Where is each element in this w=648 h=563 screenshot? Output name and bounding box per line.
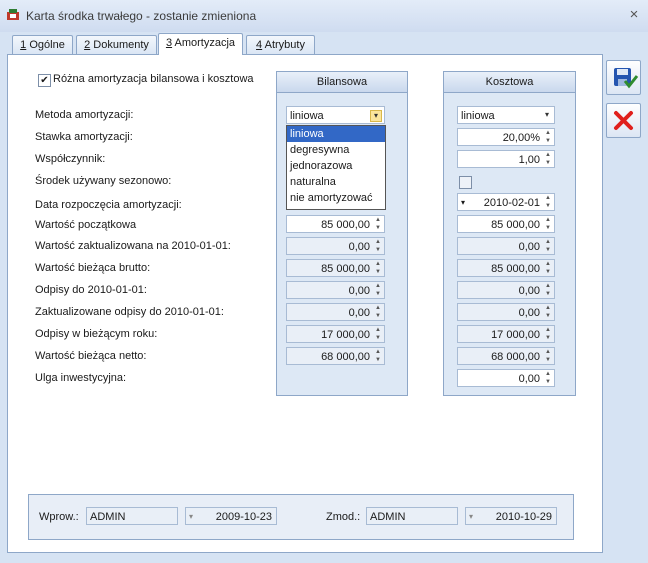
zmod-label: Zmod.: bbox=[326, 511, 361, 523]
chevron-down-icon[interactable]: ▾ bbox=[461, 194, 465, 212]
roznica-checkbox[interactable]: ✔ bbox=[38, 74, 51, 87]
kosztowa-wartosc-zakt-input[interactable]: 0,00 ▲ ▼ bbox=[457, 237, 555, 255]
spin-arrows-icon[interactable]: ▲ ▼ bbox=[544, 151, 552, 167]
spin-arrows-icon[interactable]: ▲ ▼ bbox=[544, 216, 552, 232]
window-title: Karta środka trwałego - zostanie zmienio… bbox=[26, 9, 257, 23]
odpisy-do-label: Odpisy do 2010-01-01: bbox=[35, 284, 147, 296]
bilansowa-wartosc-zakt-input[interactable]: 0,00 ▲ ▼ bbox=[286, 237, 385, 255]
app-icon bbox=[6, 8, 20, 22]
bilansowa-zakt-odpisy-input[interactable]: 0,00 ▲ ▼ bbox=[286, 303, 385, 321]
metoda-dropdown-list: liniowa degresywna jednorazowa naturalna… bbox=[286, 125, 386, 210]
spin-arrows-icon[interactable]: ▲ ▼ bbox=[544, 282, 552, 298]
cancel-button[interactable] bbox=[606, 103, 641, 138]
kosztowa-zakt-odpisy-input[interactable]: 0,00 ▲ ▼ bbox=[457, 303, 555, 321]
spin-arrows-icon[interactable]: ▲ ▼ bbox=[374, 238, 382, 254]
kosztowa-stawka-input[interactable]: 20,00% ▲ ▼ bbox=[457, 128, 555, 146]
spin-arrows-icon[interactable]: ▲ ▼ bbox=[374, 260, 382, 276]
kosztowa-ulga-input[interactable]: 0,00 ▲ ▼ bbox=[457, 369, 555, 387]
spin-arrows-icon[interactable]: ▲ ▼ bbox=[544, 238, 552, 254]
bilansowa-wartosc-netto-input[interactable]: 68 000,00 ▲ ▼ bbox=[286, 347, 385, 365]
tab-ogolne[interactable]: 1 Ogólne bbox=[12, 35, 73, 55]
data-rozp-label: Data rozpoczęcia amortyzacji: bbox=[35, 199, 182, 211]
kosztowa-odpisy-rok-input[interactable]: 17 000,00 ▲ ▼ bbox=[457, 325, 555, 343]
spin-arrows-icon[interactable]: ▲ ▼ bbox=[544, 304, 552, 320]
dropdown-option[interactable]: naturalna bbox=[287, 174, 385, 190]
kosztowa-data-rozp-input[interactable]: ▾ 2010-02-01 ▲ ▼ bbox=[457, 193, 555, 211]
wprow-label: Wprow.: bbox=[39, 511, 79, 523]
chevron-down-icon[interactable]: ▾ bbox=[370, 110, 382, 122]
cancel-icon bbox=[614, 111, 633, 130]
zmod-user-field: ADMIN bbox=[366, 507, 458, 525]
chevron-down-icon[interactable]: ▾ bbox=[542, 110, 552, 120]
stawka-label: Stawka amortyzacji: bbox=[35, 131, 133, 143]
kosztowa-wartosc-brutto-input[interactable]: 85 000,00 ▲ ▼ bbox=[457, 259, 555, 277]
ulga-label: Ulga inwestycyjna: bbox=[35, 372, 127, 384]
wartosc-pocz-label: Wartość początkowa bbox=[35, 219, 137, 231]
wspolczynnik-label: Współczynnik: bbox=[35, 153, 106, 165]
bilansowa-wartosc-pocz-input[interactable]: 85 000,00 ▲ ▼ bbox=[286, 215, 385, 233]
close-button[interactable]: × bbox=[626, 6, 642, 23]
kosztowa-header: Kosztowa bbox=[444, 72, 575, 93]
spin-arrows-icon[interactable]: ▲ ▼ bbox=[544, 129, 552, 145]
dropdown-option[interactable]: degresywna bbox=[287, 142, 385, 158]
chevron-down-icon: ▾ bbox=[189, 512, 194, 521]
spin-arrows-icon[interactable]: ▲ ▼ bbox=[544, 370, 552, 386]
spin-arrows-icon[interactable]: ▲ ▼ bbox=[374, 304, 382, 320]
dropdown-option[interactable]: liniowa bbox=[287, 126, 385, 142]
spin-arrows-icon[interactable]: ▲ ▼ bbox=[544, 348, 552, 364]
kosztowa-sezonowy-checkbox[interactable] bbox=[459, 176, 472, 189]
zmod-date-field: ▾ 2010-10-29 bbox=[465, 507, 557, 525]
zakt-odpisy-label: Zaktualizowane odpisy do 2010-01-01: bbox=[35, 306, 224, 318]
bilansowa-wartosc-brutto-input[interactable]: 85 000,00 ▲ ▼ bbox=[286, 259, 385, 277]
sezonowy-label: Środek używany sezonowo: bbox=[35, 175, 172, 187]
save-button[interactable] bbox=[606, 60, 641, 95]
bilansowa-odpisy-rok-input[interactable]: 17 000,00 ▲ ▼ bbox=[286, 325, 385, 343]
tab-atrybuty[interactable]: 4 Atrybuty bbox=[246, 35, 315, 55]
tab-dokumenty[interactable]: 2 Dokumenty bbox=[76, 35, 157, 55]
spin-arrows-icon[interactable]: ▲ ▼ bbox=[544, 260, 552, 276]
chevron-down-icon: ▾ bbox=[469, 512, 474, 521]
spin-arrows-icon[interactable]: ▲ ▼ bbox=[544, 326, 552, 342]
kosztowa-metoda-select[interactable]: liniowa ▾ bbox=[457, 106, 555, 124]
save-icon bbox=[614, 68, 639, 89]
bilansowa-header: Bilansowa bbox=[277, 72, 407, 93]
kosztowa-wartosc-pocz-input[interactable]: 85 000,00 ▲ ▼ bbox=[457, 215, 555, 233]
dropdown-option[interactable]: nie amortyzować bbox=[287, 190, 385, 206]
spin-arrows-icon[interactable]: ▲ ▼ bbox=[374, 348, 382, 364]
metoda-label: Metoda amortyzacji: bbox=[35, 109, 134, 121]
kosztowa-wspolczynnik-input[interactable]: 1,00 ▲ ▼ bbox=[457, 150, 555, 168]
kosztowa-wartosc-netto-input[interactable]: 68 000,00 ▲ ▼ bbox=[457, 347, 555, 365]
spin-arrows-icon[interactable]: ▲ ▼ bbox=[374, 216, 382, 232]
kosztowa-odpisy-do-input[interactable]: 0,00 ▲ ▼ bbox=[457, 281, 555, 299]
wartosc-netto-label: Wartość bieżąca netto: bbox=[35, 350, 147, 362]
dropdown-option[interactable]: jednorazowa bbox=[287, 158, 385, 174]
spin-arrows-icon[interactable]: ▲ ▼ bbox=[374, 326, 382, 342]
bilansowa-odpisy-do-input[interactable]: 0,00 ▲ ▼ bbox=[286, 281, 385, 299]
roznica-label: Różna amortyzacja bilansowa i kosztowa bbox=[53, 73, 254, 85]
wartosc-brutto-label: Wartość bieżąca brutto: bbox=[35, 262, 151, 274]
spin-arrows-icon[interactable]: ▲ ▼ bbox=[544, 194, 552, 210]
odpisy-rok-label: Odpisy w bieżącym roku: bbox=[35, 328, 158, 340]
spin-arrows-icon[interactable]: ▲ ▼ bbox=[374, 282, 382, 298]
wprow-date-field: ▾ 2009-10-23 bbox=[185, 507, 277, 525]
tab-amortyzacja[interactable]: 3 Amortyzacja bbox=[158, 33, 243, 55]
bilansowa-metoda-select[interactable]: liniowa ▾ bbox=[286, 106, 385, 124]
wartosc-zakt-label: Wartość zaktualizowana na 2010-01-01: bbox=[35, 240, 231, 252]
wprow-user-field: ADMIN bbox=[86, 507, 178, 525]
